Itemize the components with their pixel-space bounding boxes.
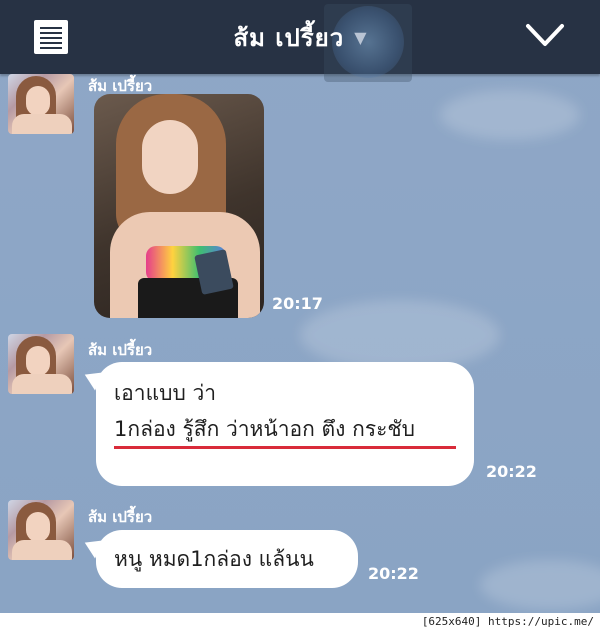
- background-cloud: [300, 300, 500, 370]
- watermark: [625x640] https://upic.me/: [419, 614, 596, 630]
- red-underline: [114, 446, 456, 449]
- top-bar: ส้ม เปรี้ยว ▼: [0, 0, 600, 82]
- avatar[interactable]: [8, 74, 74, 134]
- chat-window: ส้ม เปรี้ยว ▼ ส้ม เปรี้ยว 20:17 ส้ม เปรี…: [0, 0, 600, 613]
- message-line: เอาแบบ ว่า: [114, 381, 217, 405]
- text-message-bubble[interactable]: หนู หมด1กล่อง แล้นน: [96, 530, 358, 588]
- text-message-bubble[interactable]: เอาแบบ ว่า 1กล่อง รู้สึก ว่าหน้าอก ตึง ก…: [96, 362, 474, 486]
- avatar[interactable]: [8, 334, 74, 394]
- chat-title-area[interactable]: ส้ม เปรี้ยว ▼: [0, 0, 600, 74]
- message-line: 1กล่อง รู้สึก ว่าหน้าอก ตึง กระชับ: [114, 417, 415, 441]
- message-time: 20:17: [272, 294, 323, 313]
- caret-down-icon[interactable]: ▼: [354, 28, 366, 47]
- sender-name: ส้ม เปรี้ยว: [88, 508, 153, 526]
- background-cloud: [480, 560, 600, 610]
- avatar[interactable]: [8, 500, 74, 560]
- background-cloud: [440, 90, 580, 140]
- chevron-down-icon[interactable]: [524, 18, 566, 54]
- photo-message[interactable]: [94, 94, 264, 318]
- message-line: หนู หมด1กล่อง แล้นน: [114, 547, 314, 571]
- chat-title[interactable]: ส้ม เปรี้ยว: [233, 18, 344, 57]
- sender-name: ส้ม เปรี้ยว: [88, 341, 153, 359]
- message-time: 20:22: [486, 462, 537, 481]
- message-time: 20:22: [368, 564, 419, 583]
